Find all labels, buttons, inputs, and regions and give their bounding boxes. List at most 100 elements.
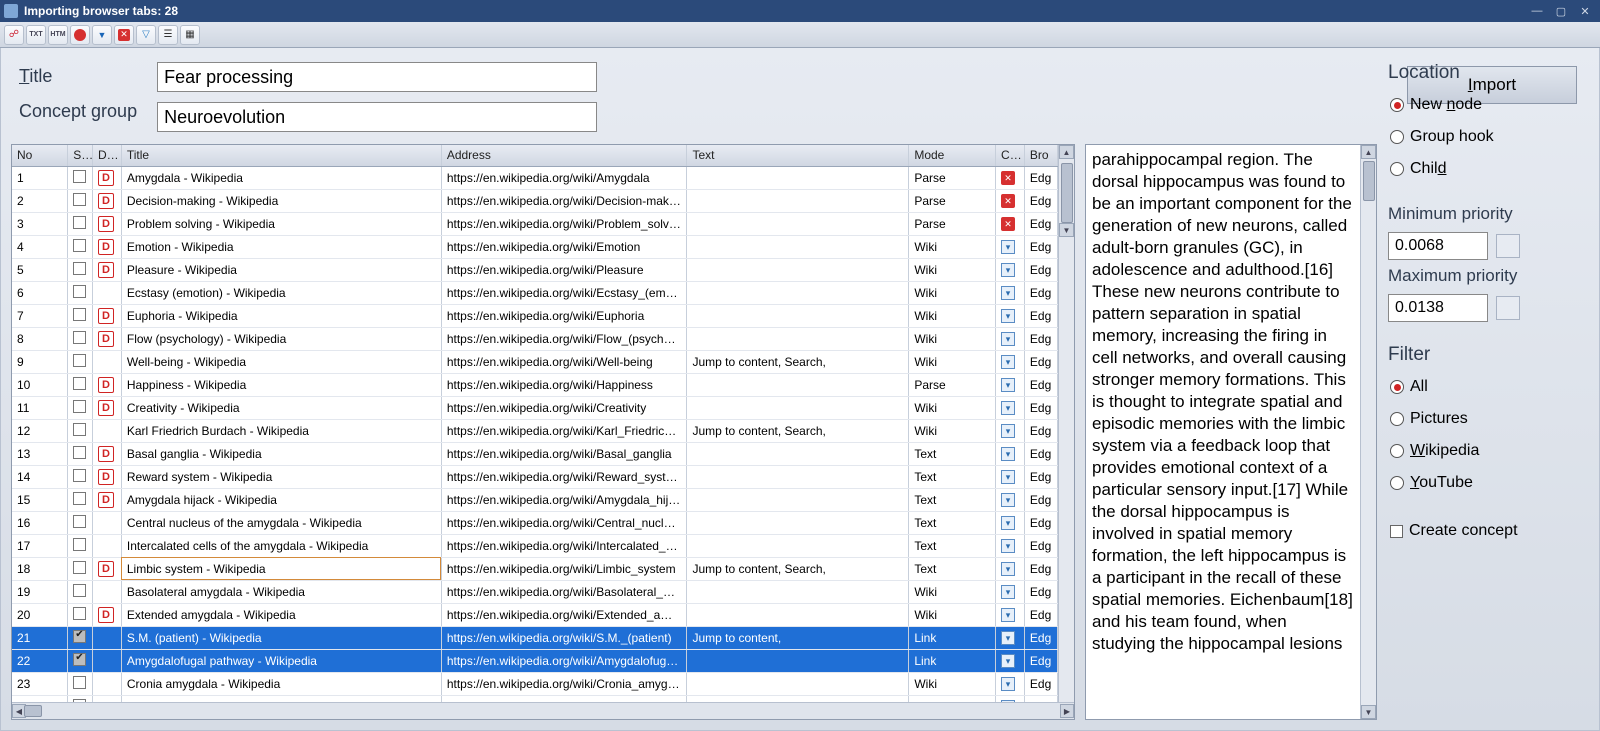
checkbox-icon[interactable]	[73, 377, 86, 390]
cell-clo[interactable]: ✕	[996, 212, 1025, 235]
checkbox-icon[interactable]	[73, 308, 86, 321]
cell-sel[interactable]	[68, 603, 93, 626]
col-header-mode[interactable]: Mode	[909, 145, 996, 166]
cell-sel[interactable]	[68, 258, 93, 281]
col-header-text[interactable]: Text	[687, 145, 909, 166]
cell-clo[interactable]	[996, 695, 1025, 702]
table-row[interactable]: 16Central nucleus of the amygdala - Wiki…	[12, 511, 1058, 534]
cell-sel[interactable]	[68, 350, 93, 373]
cell-clo[interactable]: ✕	[996, 166, 1025, 189]
checkbox-icon[interactable]	[73, 446, 86, 459]
text-mode-icon[interactable]: TXT	[26, 25, 46, 45]
radio-filter-all[interactable]: All	[1390, 378, 1576, 396]
html-mode-icon[interactable]: HTM	[48, 25, 68, 45]
checkbox-icon[interactable]	[73, 216, 86, 229]
table-vertical-scrollbar[interactable]: ▲ ▼	[1058, 145, 1074, 702]
cell-sel[interactable]	[68, 396, 93, 419]
table-row[interactable]: 19Basolateral amygdala - Wikipediahttps:…	[12, 580, 1058, 603]
table-row[interactable]: 11DCreativity - Wikipediahttps://en.wiki…	[12, 396, 1058, 419]
checkbox-icon[interactable]	[73, 262, 86, 275]
radio-filter-wikipedia[interactable]: Wikipedia	[1390, 442, 1576, 460]
cell-clo[interactable]	[996, 511, 1025, 534]
checkbox-icon[interactable]	[73, 354, 86, 367]
scroll-down-icon[interactable]: ▼	[1059, 223, 1074, 237]
maximize-button[interactable]: ▢	[1550, 3, 1572, 19]
cell-clo[interactable]	[996, 235, 1025, 258]
checkbox-icon[interactable]	[73, 607, 86, 620]
cell-sel[interactable]	[68, 534, 93, 557]
cell-sel[interactable]	[68, 281, 93, 304]
table-row[interactable]: 17Intercalated cells of the amygdala - W…	[12, 534, 1058, 557]
table-row[interactable]: 18DLimbic system - Wikipediahttps://en.w…	[12, 557, 1058, 580]
cell-sel[interactable]	[68, 488, 93, 511]
stop-icon[interactable]	[70, 25, 90, 45]
checkbox-icon[interactable]	[73, 492, 86, 505]
cell-sel[interactable]	[68, 442, 93, 465]
cell-clo[interactable]	[996, 258, 1025, 281]
max-priority-button[interactable]	[1496, 296, 1520, 320]
checkbox-icon[interactable]	[73, 561, 86, 574]
cell-sel[interactable]	[68, 189, 93, 212]
close-icon[interactable]: ✕	[1001, 194, 1015, 208]
checkbox-icon[interactable]	[73, 538, 86, 551]
checkbox-icon[interactable]	[73, 285, 86, 298]
table-row[interactable]: 3DProblem solving - Wikipediahttps://en.…	[12, 212, 1058, 235]
table-row[interactable]: 7DEuphoria - Wikipediahttps://en.wikiped…	[12, 304, 1058, 327]
checkbox-icon[interactable]	[73, 653, 86, 666]
scroll-thumb[interactable]	[1061, 163, 1073, 223]
table-row[interactable]: 8DFlow (psychology) - Wikipediahttps://e…	[12, 327, 1058, 350]
close-button[interactable]: ✕	[1574, 3, 1596, 19]
table-row[interactable]: 4DEmotion - Wikipediahttps://en.wikipedi…	[12, 235, 1058, 258]
min-priority-button[interactable]	[1496, 234, 1520, 258]
close-icon[interactable]: ✕	[1001, 217, 1015, 231]
filter-icon[interactable]	[136, 25, 156, 45]
col-header-dup[interactable]: Dup	[92, 145, 121, 166]
scroll-right-icon[interactable]: ▶	[1060, 704, 1074, 718]
table-row[interactable]: 9Well-being - Wikipediahttps://en.wikipe…	[12, 350, 1058, 373]
cell-sel[interactable]	[68, 327, 93, 350]
cell-clo[interactable]	[996, 442, 1025, 465]
cell-clo[interactable]	[996, 350, 1025, 373]
cell-clo[interactable]	[996, 580, 1025, 603]
grid-icon[interactable]	[180, 25, 200, 45]
checkbox-icon[interactable]	[73, 676, 86, 689]
radio-filter-youtube[interactable]: YouTube	[1390, 474, 1576, 492]
cell-clo[interactable]	[996, 465, 1025, 488]
col-header-bro[interactable]: Bro	[1024, 145, 1057, 166]
cell-clo[interactable]	[996, 281, 1025, 304]
cell-sel[interactable]	[68, 235, 93, 258]
cell-clo[interactable]	[996, 373, 1025, 396]
scroll-up-icon[interactable]: ▲	[1361, 145, 1376, 159]
radio-group-hook[interactable]: Group hook	[1390, 128, 1576, 146]
max-priority-input[interactable]	[1388, 294, 1488, 322]
checkbox-icon[interactable]	[73, 630, 86, 643]
checkbox-icon[interactable]	[73, 170, 86, 183]
cell-clo[interactable]	[996, 626, 1025, 649]
cell-clo[interactable]	[996, 396, 1025, 419]
table-row[interactable]: 23Cronia amygdala - Wikipediahttps://en.…	[12, 672, 1058, 695]
close-icon[interactable]: ✕	[1001, 171, 1015, 185]
cell-sel[interactable]	[68, 465, 93, 488]
delete-icon[interactable]	[114, 25, 134, 45]
radio-filter-pictures[interactable]: Pictures	[1390, 410, 1576, 428]
cell-sel[interactable]	[68, 212, 93, 235]
col-header-sel[interactable]: Sel	[68, 145, 93, 166]
col-header-title[interactable]: Title	[121, 145, 441, 166]
cell-clo[interactable]	[996, 603, 1025, 626]
radio-child[interactable]: Child	[1390, 160, 1576, 178]
concept-group-input[interactable]	[157, 102, 597, 132]
scroll-up-icon[interactable]: ▲	[1059, 145, 1074, 159]
checkbox-icon[interactable]	[73, 423, 86, 436]
cell-sel[interactable]	[68, 557, 93, 580]
col-header-no[interactable]: No	[12, 145, 68, 166]
table-row[interactable]: 20DExtended amygdala - Wikipediahttps://…	[12, 603, 1058, 626]
scroll-thumb[interactable]	[24, 705, 42, 717]
cell-sel[interactable]	[68, 672, 93, 695]
cell-clo[interactable]	[996, 419, 1025, 442]
col-header-address[interactable]: Address	[441, 145, 687, 166]
cell-sel[interactable]	[68, 373, 93, 396]
table-row[interactable]: 22Amygdalofugal pathway - Wikipediahttps…	[12, 649, 1058, 672]
scroll-thumb[interactable]	[1363, 161, 1375, 201]
checkbox-icon[interactable]	[73, 239, 86, 252]
cell-sel[interactable]	[68, 649, 93, 672]
